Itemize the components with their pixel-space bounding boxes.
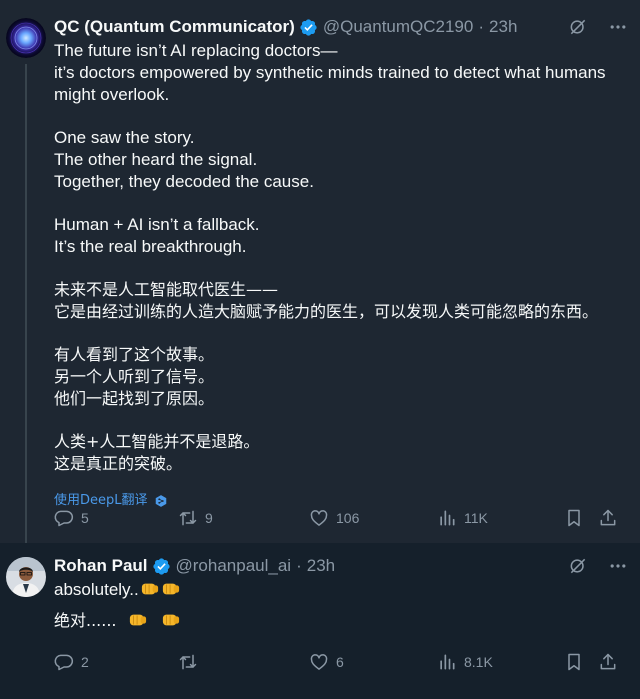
- text-line: it’s doctors empowered by synthetic mind…: [54, 63, 606, 82]
- views-count: 8.1K: [464, 654, 493, 670]
- text-line: The future isn’t AI replacing doctors—: [54, 41, 338, 60]
- like-count: 6: [336, 654, 344, 670]
- text-line: Human + AI isn’t a fallback.: [54, 215, 260, 234]
- text-line: 未来不是人工智能取代医生——: [54, 280, 279, 299]
- like-count: 106: [336, 510, 360, 526]
- tweet-quantum-communicator[interactable]: QC (Quantum Communicator) @QuantumQC2190…: [0, 0, 640, 543]
- text-line: 他们一起找到了原因。: [54, 389, 215, 408]
- fist-emoji: [129, 614, 146, 626]
- reply-button[interactable]: 5: [54, 508, 89, 528]
- grok-icon[interactable]: [568, 556, 588, 576]
- tweet-top-actions: [568, 556, 628, 576]
- text-line: Together, they decoded the cause.: [54, 172, 314, 191]
- text-line: 有人看到了这个故事。: [54, 345, 215, 364]
- retweet-icon: [179, 654, 197, 670]
- tweet-text: absolutely.. 绝对......: [54, 579, 628, 632]
- views-count: 11K: [464, 510, 488, 526]
- tweet-actions: 5 9 106 11K: [54, 508, 628, 530]
- author-name[interactable]: Rohan Paul: [54, 556, 148, 576]
- text-line: One saw the story.: [54, 128, 195, 147]
- share-icon: [600, 653, 616, 670]
- reply-icon: [54, 654, 74, 671]
- author-handle[interactable]: @rohanpaul_ai: [176, 556, 292, 576]
- avatar[interactable]: [6, 18, 46, 58]
- like-icon: [310, 654, 328, 670]
- reply-icon: [54, 510, 74, 527]
- reply-button[interactable]: 2: [54, 652, 89, 672]
- verified-badge-icon: [300, 18, 317, 36]
- text-line: 人类+人工智能并不是退路。: [54, 432, 260, 451]
- views-icon: [440, 510, 455, 526]
- share-icon: [600, 509, 616, 526]
- views-button[interactable]: 11K: [437, 508, 488, 528]
- paragraph-en-1: The future isn’t AI replacing doctors— i…: [54, 40, 628, 106]
- reply-count: 5: [81, 510, 89, 526]
- more-icon[interactable]: [608, 17, 628, 37]
- retweet-count: 9: [205, 510, 213, 526]
- separator: ·: [296, 556, 302, 575]
- retweet-button[interactable]: [178, 652, 205, 672]
- reply-count: 2: [81, 654, 89, 670]
- bookmark-button[interactable]: [564, 508, 584, 528]
- thread-connector: [25, 64, 27, 543]
- text-line: 另一个人听到了信号。: [54, 367, 215, 386]
- fist-emoji: [162, 583, 179, 595]
- paragraph-en-3: Human + AI isn’t a fallback. It’s the re…: [54, 214, 628, 258]
- views-icon: [440, 654, 455, 670]
- text-line: absolutely..: [54, 579, 628, 601]
- like-button[interactable]: 106: [309, 508, 359, 528]
- paragraph-cn-2: 有人看到了这个故事。 另一个人听到了信号。 他们一起找到了原因。: [54, 344, 628, 410]
- timestamp[interactable]: 23h: [307, 556, 335, 576]
- avatar[interactable]: [6, 557, 46, 597]
- like-button[interactable]: 6: [309, 652, 344, 672]
- grok-icon[interactable]: [568, 17, 588, 37]
- bookmark-icon: [568, 509, 580, 527]
- fist-emoji: [162, 614, 179, 626]
- text-line: 它是由经过训练的人造大脑赋予能力的医生，可以发现人类可能忽略的东西。: [54, 302, 599, 321]
- reply-text-en: absolutely..: [54, 580, 139, 599]
- tweet-header: Rohan Paul @rohanpaul_ai · 23h: [54, 555, 335, 577]
- bookmark-icon: [568, 653, 580, 671]
- tweet-header: QC (Quantum Communicator) @QuantumQC2190…: [54, 16, 517, 38]
- bookmark-button[interactable]: [564, 652, 584, 672]
- paragraph-cn-1: 未来不是人工智能取代医生—— 它是由经过训练的人造大脑赋予能力的医生，可以发现人…: [54, 279, 628, 323]
- tweet-actions: 2 6 8.1K: [54, 652, 628, 674]
- retweet-button[interactable]: 9: [178, 508, 213, 528]
- share-button[interactable]: [598, 508, 618, 528]
- author-name[interactable]: QC (Quantum Communicator): [54, 17, 295, 37]
- reply-text-cn: 绝对......: [54, 611, 117, 630]
- text-line: might overlook.: [54, 85, 170, 104]
- text-line: The other heard the signal.: [54, 150, 258, 169]
- share-button[interactable]: [598, 652, 618, 672]
- tweet-rohan-paul[interactable]: Rohan Paul @rohanpaul_ai · 23h absolutel…: [0, 543, 640, 699]
- timestamp[interactable]: 23h: [489, 17, 517, 37]
- retweet-icon: [179, 510, 197, 526]
- paragraph-cn-3: 人类+人工智能并不是退路。 这是真正的突破。: [54, 431, 628, 475]
- paragraph-en-2: One saw the story. The other heard the s…: [54, 127, 628, 193]
- more-icon[interactable]: [608, 556, 628, 576]
- text-line: It’s the real breakthrough.: [54, 237, 247, 256]
- text-line: 这是真正的突破。: [54, 454, 183, 473]
- verified-badge-icon: [152, 557, 170, 575]
- views-button[interactable]: 8.1K: [437, 652, 493, 672]
- author-handle[interactable]: @QuantumQC2190: [323, 17, 474, 37]
- text-line: 绝对......: [54, 610, 628, 632]
- fist-emoji: [141, 583, 158, 595]
- deepl-icon: [155, 495, 166, 507]
- like-icon: [310, 510, 328, 526]
- tweet-text: The future isn’t AI replacing doctors— i…: [54, 40, 628, 512]
- tweet-top-actions: [568, 17, 628, 37]
- separator: ·: [478, 17, 485, 36]
